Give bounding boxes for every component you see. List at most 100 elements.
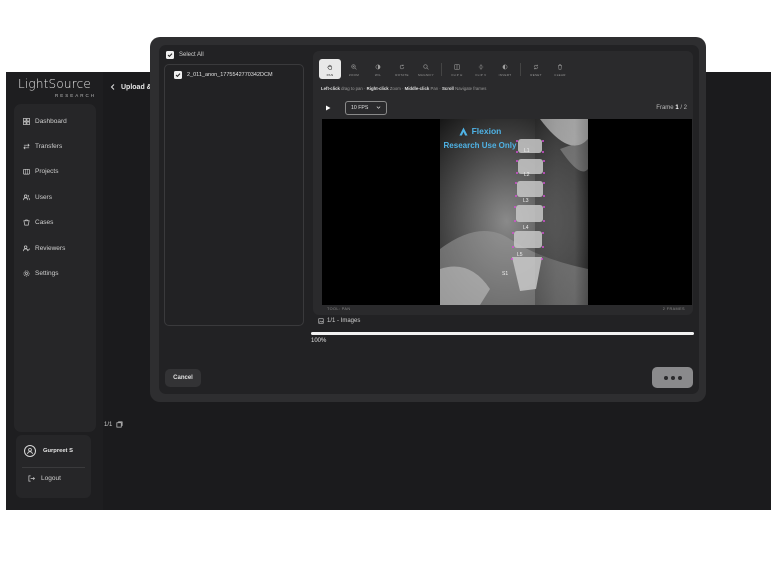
avatar	[24, 445, 36, 457]
sidebar-item-label: Settings	[35, 269, 59, 277]
sidebar-item-label: Projects	[35, 167, 59, 175]
sidebar-item-label: Transfers	[35, 142, 63, 150]
gear-icon	[23, 270, 30, 276]
tool-invert[interactable]: INVERT	[494, 59, 516, 79]
user-profile[interactable]: Gurpreet S	[24, 445, 73, 457]
tool-rotate[interactable]: ROTATE	[391, 59, 413, 79]
cases-icon	[23, 219, 30, 225]
user-icon	[27, 447, 33, 455]
tool-clear[interactable]: CLEAR	[549, 59, 571, 79]
watermark: Flexion Research Use Only	[435, 126, 525, 150]
tool-reset[interactable]: RESET	[525, 59, 547, 79]
tool-flip-h[interactable]: FLIP H	[446, 59, 468, 79]
flip-vertical-icon	[478, 64, 484, 70]
playback-bar: 10 FPS Frame 1 / 2	[321, 99, 687, 116]
pager-label: 1/1	[104, 421, 113, 428]
dot	[663, 375, 668, 380]
image-icon	[318, 318, 324, 324]
file-checkbox[interactable]	[174, 71, 182, 79]
sidebar-item-label: Reviewers	[35, 244, 66, 252]
tool-flip-v[interactable]: FLIP V	[470, 59, 492, 79]
brand-logo: LightSource RESEARCH	[18, 77, 98, 99]
brand-name: LightSource	[18, 77, 91, 91]
sidebar-item-label: Cases	[35, 218, 54, 226]
pager: 1/1	[104, 421, 123, 428]
frames-status: 2 FRAMES	[662, 307, 685, 311]
sidebar-item-transfers[interactable]: Transfers	[23, 139, 62, 153]
sidebar-item-label: Dashboard	[35, 117, 67, 125]
divider	[22, 467, 85, 468]
invert-icon	[502, 64, 508, 70]
vertebra-label: L2	[524, 172, 530, 178]
image-canvas[interactable]: L1 L2 L3 L4 L5 S1 Flexion Research Use O…	[322, 119, 692, 305]
vertebra-label: L5	[517, 252, 523, 258]
toolbar-divider	[520, 63, 521, 76]
zoom-icon	[351, 64, 357, 70]
flip-horizontal-icon	[454, 64, 460, 70]
sidebar-item-dashboard[interactable]: Dashboard	[23, 114, 67, 128]
fps-value: 10 FPS	[351, 104, 369, 111]
arrows-icon	[23, 143, 30, 149]
grid-icon	[23, 117, 30, 125]
sidebar-item-label: Users	[35, 193, 52, 201]
play-button[interactable]	[321, 101, 335, 115]
select-all-label: Select All	[179, 52, 204, 58]
user-panel: Gurpreet S Logout	[16, 435, 91, 498]
cancel-button[interactable]: Cancel	[165, 369, 201, 387]
sidebar-item-users[interactable]: Users	[23, 190, 52, 204]
check-icon	[167, 53, 173, 58]
chevron-left-icon[interactable]	[109, 83, 117, 91]
check-icon	[175, 73, 181, 78]
list-item[interactable]: 2_011_anon_1775542770342DCM	[174, 71, 273, 79]
vertebra-label: L4	[523, 225, 529, 231]
watermark-text: Research Use Only	[443, 141, 517, 150]
hand-icon	[327, 64, 333, 70]
images-count: 1/1 - Images	[318, 318, 360, 324]
reviewer-icon	[23, 245, 30, 251]
pages-icon[interactable]	[116, 421, 123, 428]
reset-icon	[533, 64, 539, 70]
dicom-viewer: PAN ZOOM W/L ROTATE MAGNIFY FLIP H FLIP …	[313, 51, 693, 315]
chevron-down-icon	[376, 106, 381, 109]
sidebar-item-reviewers[interactable]: Reviewers	[23, 241, 65, 255]
play-icon	[326, 105, 331, 110]
file-list: 2_011_anon_1775542770342DCM	[164, 64, 304, 326]
toolbar-divider	[441, 63, 442, 76]
more-options-button[interactable]	[652, 367, 693, 388]
dot	[677, 375, 682, 380]
viewer-toolbar: PAN ZOOM W/L ROTATE MAGNIFY FLIP H FLIP …	[319, 57, 573, 79]
sidebar-item-cases[interactable]: Cases	[23, 215, 53, 229]
tool-pan[interactable]: PAN	[319, 59, 341, 79]
sidebar: LightSource RESEARCH Dashboard Transfers…	[6, 72, 103, 510]
brand-sub: RESEARCH	[54, 93, 96, 98]
sidebar-item-settings[interactable]: Settings	[23, 266, 59, 280]
watermark-brand: Flexion	[435, 126, 525, 136]
user-name: Gurpreet S	[43, 448, 73, 454]
tool-zoom[interactable]: ZOOM	[343, 59, 365, 79]
interaction-hint: Left-click drag to pan · Right-click Zoo…	[321, 86, 487, 91]
logout-icon	[28, 475, 35, 482]
tool-window-level[interactable]: W/L	[367, 59, 389, 79]
checkbox[interactable]	[166, 51, 174, 59]
upload-progress-bar	[311, 332, 694, 335]
file-name: 2_011_anon_1775542770342DCM	[187, 72, 273, 78]
tool-status: TOOL: PAN	[327, 307, 351, 311]
rotate-icon	[399, 64, 405, 70]
folder-icon	[23, 168, 30, 174]
vertebra-label: L3	[523, 198, 529, 204]
flexion-logo-icon	[459, 126, 468, 136]
logout-button[interactable]: Logout	[28, 475, 61, 482]
dot	[670, 375, 675, 380]
progress-label: 100%	[311, 338, 327, 344]
sidebar-item-projects[interactable]: Projects	[23, 164, 58, 178]
contrast-icon	[375, 64, 381, 70]
users-icon	[23, 194, 30, 200]
progress-fill	[311, 332, 694, 335]
trash-icon	[558, 64, 562, 70]
magnify-icon	[423, 64, 429, 70]
tool-magnify[interactable]: MAGNIFY	[415, 59, 437, 79]
fps-select[interactable]: 10 FPS	[345, 100, 387, 115]
sidebar-nav: Dashboard Transfers Projects Users Cases…	[14, 104, 96, 432]
logout-label: Logout	[41, 475, 61, 482]
select-all-checkbox[interactable]: Select All	[166, 51, 204, 59]
